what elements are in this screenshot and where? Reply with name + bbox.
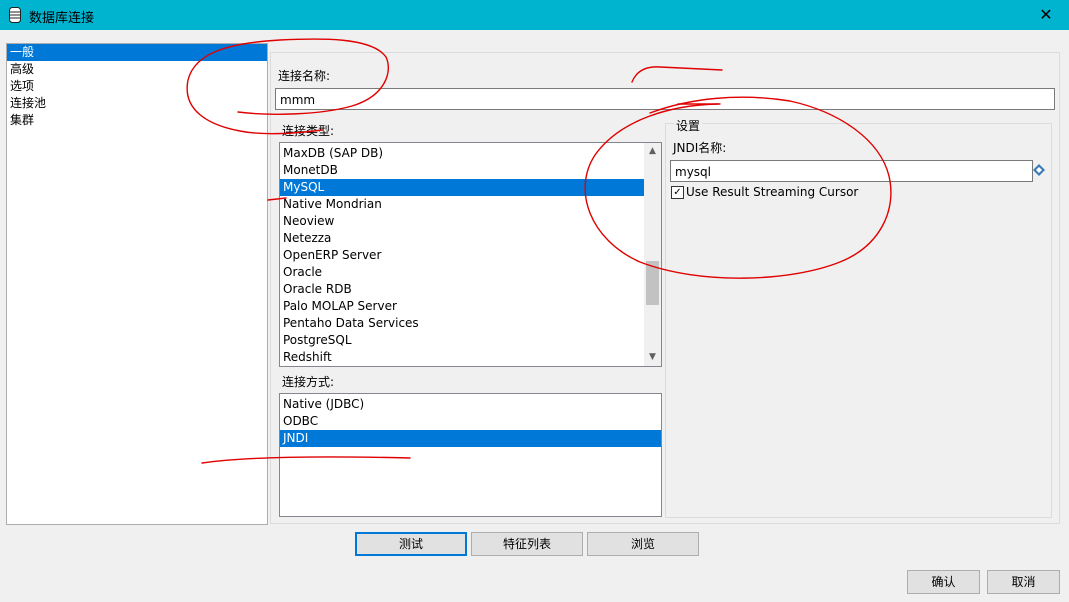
category-item-pooling[interactable]: 连接池 [7,95,267,112]
list-item[interactable]: PostgreSQL [280,332,644,349]
streaming-cursor-checkbox[interactable]: ✓ [671,186,684,199]
list-item[interactable]: ODBC [280,413,661,430]
connection-name-label: 连接名称: [278,69,331,83]
jndi-name-label: JNDI名称: [673,141,727,155]
list-item[interactable]: OpenERP Server [280,247,644,264]
jndi-name-input[interactable]: mysql [670,160,1033,182]
category-item-options[interactable]: 选项 [7,78,267,95]
streaming-cursor-label: Use Result Streaming Cursor [686,185,859,199]
database-icon [9,7,21,23]
list-item[interactable]: MySQL [280,179,644,196]
category-item-advanced[interactable]: 高级 [7,61,267,78]
list-item[interactable]: MonetDB [280,162,644,179]
category-item-general[interactable]: 一般 [7,44,267,61]
list-item[interactable]: Netezza [280,230,644,247]
title-bar: 数据库连接 ✕ [0,0,1069,30]
list-item[interactable]: Oracle RDB [280,281,644,298]
access-method-label: 连接方式: [282,375,335,389]
feature-list-button[interactable]: 特征列表 [471,532,583,556]
list-item[interactable]: Redshift [280,349,644,366]
list-item[interactable]: MaxDB (SAP DB) [280,145,644,162]
settings-group [665,123,1052,518]
scroll-up-icon[interactable]: ▲ [644,143,661,160]
cancel-button[interactable]: 取消 [987,570,1060,594]
scroll-down-icon[interactable]: ▼ [644,349,661,366]
category-list[interactable]: 一般 高级 选项 连接池 集群 [6,43,268,525]
list-item[interactable]: Pentaho Data Services [280,315,644,332]
test-button[interactable]: 测试 [355,532,467,556]
scroll-thumb[interactable] [646,261,659,305]
settings-title: 设置 [674,117,703,134]
explore-button[interactable]: 浏览 [587,532,699,556]
connection-type-label: 连接类型: [282,124,335,138]
list-item[interactable]: Palo MOLAP Server [280,298,644,315]
window-title: 数据库连接 [29,11,95,26]
ok-button[interactable]: 确认 [907,570,980,594]
close-icon[interactable]: ✕ [1023,0,1069,30]
list-item[interactable]: Neoview [280,213,644,230]
variable-diamond-icon[interactable] [1033,164,1045,176]
category-item-clustering[interactable]: 集群 [7,112,267,129]
list-item[interactable]: Native Mondrian [280,196,644,213]
access-method-list[interactable]: Native (JDBC) ODBC JNDI [279,393,662,517]
connection-name-input[interactable]: mmm [275,88,1055,110]
list-item[interactable]: Oracle [280,264,644,281]
connection-type-list[interactable]: MaxDB (SAP DB) MonetDB MySQL Native Mond… [279,142,662,367]
list-item[interactable]: Native (JDBC) [280,396,661,413]
connection-type-scrollbar[interactable]: ▲ ▼ [644,143,661,366]
list-item[interactable]: JNDI [280,430,661,447]
